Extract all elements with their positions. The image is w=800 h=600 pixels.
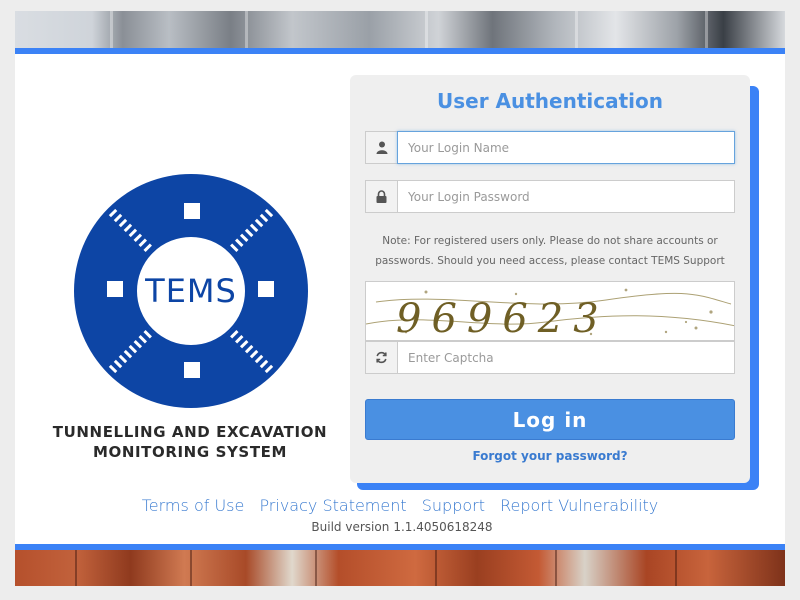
forgot-password-link[interactable]: Forgot your password?	[350, 449, 750, 463]
login-panel: User Authentication Note: For registered…	[350, 75, 750, 483]
login-button[interactable]: Log in	[365, 399, 735, 440]
refresh-icon[interactable]	[365, 341, 397, 374]
user-icon	[365, 131, 397, 164]
username-group	[365, 131, 735, 164]
logo-text: TEMS	[144, 272, 237, 310]
password-group	[365, 180, 735, 213]
captcha-input[interactable]	[397, 341, 735, 374]
build-number: 1.1.4050618248	[393, 520, 493, 534]
captcha-image: 969623	[365, 281, 735, 341]
tems-logo: TEMS	[70, 170, 312, 412]
footer-links: Terms of Use Privacy Statement Support R…	[0, 496, 800, 515]
logo-title-line1: TUNNELLING AND EXCAVATION	[52, 423, 328, 441]
footer-banner-image	[15, 550, 785, 586]
header-banner-image	[15, 11, 785, 48]
logo-title-line2: MONITORING SYSTEM	[92, 443, 288, 461]
report-vulnerability-link[interactable]: Report Vulnerability	[500, 496, 658, 515]
lock-icon	[365, 180, 397, 213]
password-input[interactable]	[397, 180, 735, 213]
username-input[interactable]	[397, 131, 735, 164]
privacy-statement-link[interactable]: Privacy Statement	[259, 496, 406, 515]
access-note: Note: For registered users only. Please …	[375, 235, 725, 267]
build-label: Build version	[311, 520, 390, 534]
terms-of-use-link[interactable]: Terms of Use	[142, 496, 245, 515]
captcha-text: 969623	[396, 296, 609, 341]
build-version: Build version 1.1.4050618248	[0, 520, 800, 534]
support-link[interactable]: Support	[422, 496, 485, 515]
captcha-group	[365, 341, 735, 374]
panel-title: User Authentication	[436, 89, 663, 113]
